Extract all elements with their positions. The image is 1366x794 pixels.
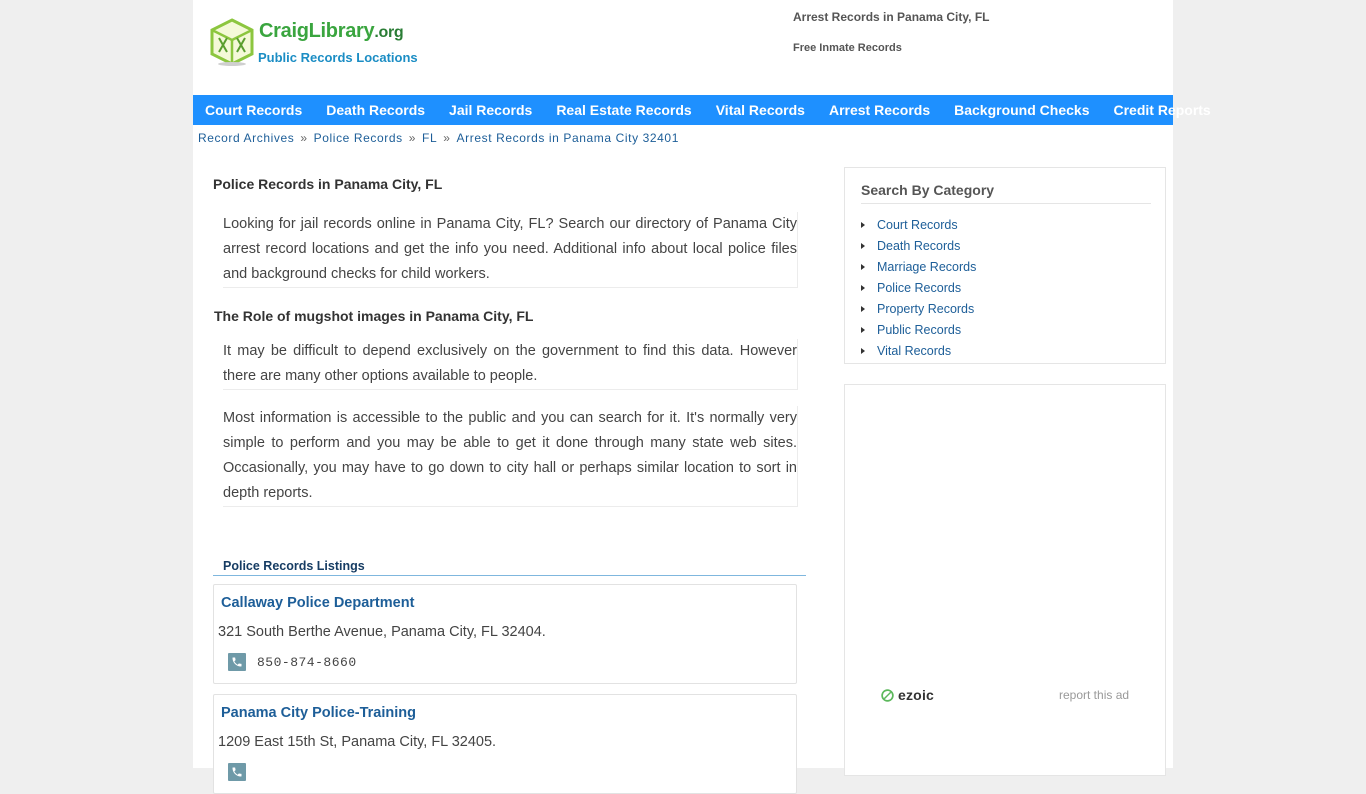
breadcrumb-current[interactable]: Arrest Records in Panama City 32401 <box>457 131 679 145</box>
ezoic-leaf-icon <box>881 688 894 702</box>
logo-tld: .org <box>374 24 404 41</box>
breadcrumb-fl[interactable]: FL <box>422 131 437 145</box>
caret-right-icon <box>861 305 865 312</box>
nav-credit-reports[interactable]: Credit Reports <box>1101 95 1222 125</box>
nav-real-estate-records[interactable]: Real Estate Records <box>544 95 703 125</box>
ezoic-brand: ezoic <box>898 687 935 703</box>
category-item: Court Records <box>861 214 976 235</box>
listing-card: Panama City Police-Training 1209 East 15… <box>213 694 797 794</box>
listings-heading: Police Records Listings <box>213 559 806 576</box>
breadcrumb: Record Archives » Police Records » FL » Arrest… <box>198 131 679 145</box>
main-nav: Court Records Death Records Jail Records… <box>193 95 1211 125</box>
intro-paragraph: Looking for jail records online in Panam… <box>223 212 798 288</box>
category-vital-records[interactable]: Vital Records <box>877 344 951 358</box>
listing-phone-row <box>228 763 257 781</box>
breadcrumb-separator: » <box>443 131 451 145</box>
ad-panel: ezoic report this ad <box>844 384 1166 776</box>
nav-jail-records[interactable]: Jail Records <box>437 95 544 125</box>
listing-name-link[interactable]: Callaway Police Department <box>221 595 414 611</box>
caret-right-icon <box>861 242 865 249</box>
category-public-records[interactable]: Public Records <box>877 323 961 337</box>
category-property-records[interactable]: Property Records <box>877 302 974 316</box>
category-item: Public Records <box>861 319 976 340</box>
category-court-records[interactable]: Court Records <box>877 218 958 232</box>
category-item: Marriage Records <box>861 256 976 277</box>
header-info: Arrest Records in Panama City, FL Free I… <box>793 10 990 54</box>
phone-icon <box>228 653 246 671</box>
caret-right-icon <box>861 263 865 270</box>
category-list: Court Records Death Records Marriage Rec… <box>861 214 976 361</box>
category-item: Property Records <box>861 298 976 319</box>
phone-icon <box>228 763 246 781</box>
nav-death-records[interactable]: Death Records <box>314 95 437 125</box>
nav-arrest-records[interactable]: Arrest Records <box>817 95 942 125</box>
listing-address: 321 South Berthe Avenue, Panama City, FL… <box>218 624 546 640</box>
mugshot-paragraph-2: Most information is accessible to the pu… <box>223 406 798 507</box>
category-item: Death Records <box>861 235 976 256</box>
mugshot-paragraph-1: It may be difficult to depend exclusivel… <box>223 339 798 390</box>
header-page-title: Arrest Records in Panama City, FL <box>793 10 990 24</box>
caret-right-icon <box>861 221 865 228</box>
category-marriage-records[interactable]: Marriage Records <box>877 260 976 274</box>
breadcrumb-separator: » <box>408 131 417 145</box>
ezoic-logo[interactable]: ezoic <box>881 687 934 703</box>
breadcrumb-separator: » <box>300 131 308 145</box>
listing-name-link[interactable]: Panama City Police-Training <box>221 705 416 721</box>
report-ad-link[interactable]: report this ad <box>1059 688 1129 702</box>
section-title-mugshot: The Role of mugshot images in Panama Cit… <box>214 308 534 324</box>
category-item: Police Records <box>861 277 976 298</box>
listing-address: 1209 East 15th St, Panama City, FL 32405… <box>218 734 497 750</box>
section-title-police-records: Police Records in Panama City, FL <box>213 176 443 192</box>
category-death-records[interactable]: Death Records <box>877 239 960 253</box>
cube-logo-icon <box>210 18 254 66</box>
listing-phone-row: 850-874-8660 <box>228 653 357 671</box>
caret-right-icon <box>861 347 865 354</box>
caret-right-icon <box>861 326 865 333</box>
header-subtitle: Free Inmate Records <box>793 42 902 54</box>
category-item: Vital Records <box>861 340 976 361</box>
nav-background-checks[interactable]: Background Checks <box>942 95 1101 125</box>
category-panel: Search By Category Court Records Death R… <box>844 167 1166 364</box>
logo-brand: CraigLibrary.org <box>259 20 404 42</box>
category-police-records[interactable]: Police Records <box>877 281 961 295</box>
category-panel-title: Search By Category <box>861 182 1151 204</box>
site-logo[interactable]: CraigLibrary.org Public Records Location… <box>209 18 429 70</box>
listing-phone[interactable]: 850-874-8660 <box>257 655 357 670</box>
breadcrumb-police-records[interactable]: Police Records <box>314 131 403 145</box>
logo-tagline: Public Records Locations <box>258 50 418 65</box>
nav-vital-records[interactable]: Vital Records <box>704 95 817 125</box>
nav-court-records[interactable]: Court Records <box>193 95 314 125</box>
breadcrumb-record-archives[interactable]: Record Archives <box>198 131 294 145</box>
caret-right-icon <box>861 284 865 291</box>
listing-card: Callaway Police Department 321 South Ber… <box>213 584 797 684</box>
page-container: CraigLibrary.org Public Records Location… <box>193 0 1211 794</box>
